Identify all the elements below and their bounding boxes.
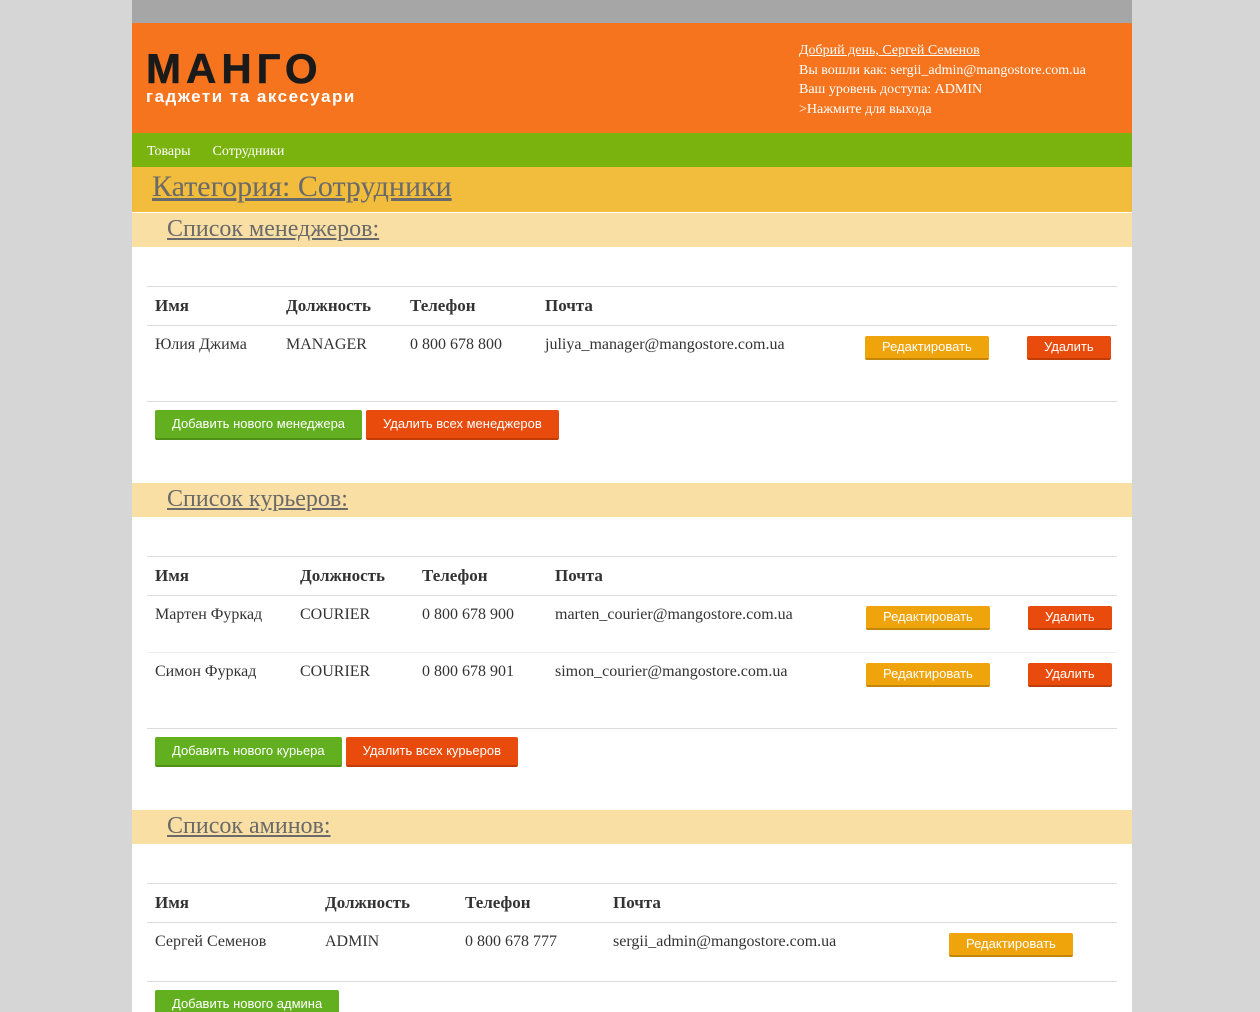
top-bar (132, 0, 1132, 23)
column-header-name: Имя (147, 286, 278, 326)
cell-email: simon_courier@mangostore.com.ua (547, 652, 856, 729)
greeting-link[interactable]: Добрий день, Сергей Семенов (799, 43, 980, 58)
managers-actions: Добавить нового менеджера Удалить всех м… (147, 402, 1117, 447)
user-info: Добрий день, Сергей Семенов Вы вошли как… (799, 41, 1086, 119)
column-header-edit (931, 883, 1117, 923)
page: МАНГО гаджети та аксесуари Добрий день, … (132, 0, 1132, 1012)
column-header-name: Имя (147, 883, 317, 923)
column-header-delete (1011, 286, 1117, 326)
delete-button[interactable]: Удалить (1028, 663, 1112, 687)
edit-button[interactable]: Редактировать (865, 336, 989, 360)
delete-button[interactable]: Удалить (1028, 606, 1112, 630)
column-header-phone: Телефон (457, 883, 605, 923)
cell-role: ADMIN (317, 922, 457, 982)
column-header-email: Почта (537, 286, 851, 326)
admins-section-header: Список аминов: (132, 810, 1132, 844)
logout-link[interactable]: >Нажмите для выхода (799, 100, 1086, 120)
table-row: Юлия Джима MANAGER 0 800 678 800 juliya_… (147, 325, 1117, 402)
logged-as-text: Вы вошли как: sergii_admin@mangostore.co… (799, 62, 1086, 78)
header: МАНГО гаджети та аксесуари Добрий день, … (132, 23, 1132, 133)
main-nav: Товары Сотрудники (132, 133, 1132, 167)
cell-role: COURIER (292, 595, 414, 653)
nav-item-employees[interactable]: Сотрудники (213, 133, 285, 171)
couriers-section-header: Список курьеров: (132, 483, 1132, 517)
cell-role: MANAGER (278, 325, 402, 402)
add-courier-button[interactable]: Добавить нового курьера (155, 737, 342, 767)
cell-phone: 0 800 678 777 (457, 922, 605, 982)
column-header-phone: Телефон (414, 556, 547, 596)
table-header-row: Имя Должность Телефон Почта (147, 286, 1117, 326)
add-manager-button[interactable]: Добавить нового менеджера (155, 410, 363, 440)
edit-button[interactable]: Редактировать (866, 663, 990, 687)
couriers-actions: Добавить нового курьера Удалить всех кур… (147, 729, 1117, 774)
table-row: Симон Фуркад COURIER 0 800 678 901 simon… (147, 652, 1117, 729)
column-header-delete (1014, 556, 1117, 596)
cell-name: Юлия Джима (147, 325, 278, 402)
column-header-name: Имя (147, 556, 292, 596)
cell-name: Симон Фуркад (147, 652, 292, 729)
edit-button[interactable]: Редактировать (866, 606, 990, 630)
column-header-phone: Телефон (402, 286, 537, 326)
delete-all-couriers-button[interactable]: Удалить всех курьеров (345, 737, 519, 767)
logo-title: МАНГО (146, 45, 323, 92)
cell-phone: 0 800 678 800 (402, 325, 537, 402)
couriers-table: Имя Должность Телефон Почта Мартен Фурка… (147, 556, 1117, 729)
column-header-edit (856, 556, 1014, 596)
column-header-edit (851, 286, 1011, 326)
couriers-section-title[interactable]: Список курьеров: (132, 483, 1132, 515)
cell-name: Мартен Фуркад (147, 595, 292, 653)
table-row: Мартен Фуркад COURIER 0 800 678 900 mart… (147, 595, 1117, 653)
add-admin-button[interactable]: Добавить нового админа (155, 990, 340, 1012)
cell-name: Сергей Семенов (147, 922, 317, 982)
couriers-block: Имя Должность Телефон Почта Мартен Фурка… (132, 517, 1132, 774)
cell-phone: 0 800 678 900 (414, 595, 547, 653)
column-header-role: Должность (278, 286, 402, 326)
cell-role: COURIER (292, 652, 414, 729)
category-bar: Категория: Сотрудники (132, 167, 1132, 213)
cell-phone: 0 800 678 901 (414, 652, 547, 729)
logo[interactable]: МАНГО гаджети та аксесуари (146, 45, 356, 106)
edit-button[interactable]: Редактировать (949, 933, 1073, 957)
admins-actions: Добавить нового админа (147, 982, 1117, 1012)
table-row: Сергей Семенов ADMIN 0 800 678 777 sergi… (147, 922, 1117, 982)
cell-email: marten_courier@mangostore.com.ua (547, 595, 856, 653)
logo-subtitle: гаджети та аксесуари (146, 87, 356, 106)
column-header-email: Почта (605, 883, 931, 923)
cell-email: sergii_admin@mangostore.com.ua (605, 922, 931, 982)
managers-section-header: Список менеджеров: (132, 213, 1132, 247)
admins-section-title[interactable]: Список аминов: (132, 810, 1132, 842)
column-header-email: Почта (547, 556, 856, 596)
column-header-role: Должность (292, 556, 414, 596)
column-header-role: Должность (317, 883, 457, 923)
managers-block: Имя Должность Телефон Почта Юлия Джима M… (132, 247, 1132, 447)
managers-section-title[interactable]: Список менеджеров: (132, 213, 1132, 245)
admins-block: Имя Должность Телефон Почта Сергей Семен… (132, 844, 1132, 1012)
admins-table: Имя Должность Телефон Почта Сергей Семен… (147, 883, 1117, 982)
cell-email: juliya_manager@mangostore.com.ua (537, 325, 851, 402)
table-header-row: Имя Должность Телефон Почта (147, 556, 1117, 596)
access-level-text: Ваш уровень доступа: ADMIN (799, 82, 983, 97)
delete-button[interactable]: Удалить (1027, 336, 1111, 360)
nav-item-products[interactable]: Товары (147, 133, 191, 171)
managers-table: Имя Должность Телефон Почта Юлия Джима M… (147, 286, 1117, 402)
category-title[interactable]: Категория: Сотрудники (132, 167, 1132, 207)
table-header-row: Имя Должность Телефон Почта (147, 883, 1117, 923)
delete-all-managers-button[interactable]: Удалить всех менеджеров (366, 410, 559, 440)
